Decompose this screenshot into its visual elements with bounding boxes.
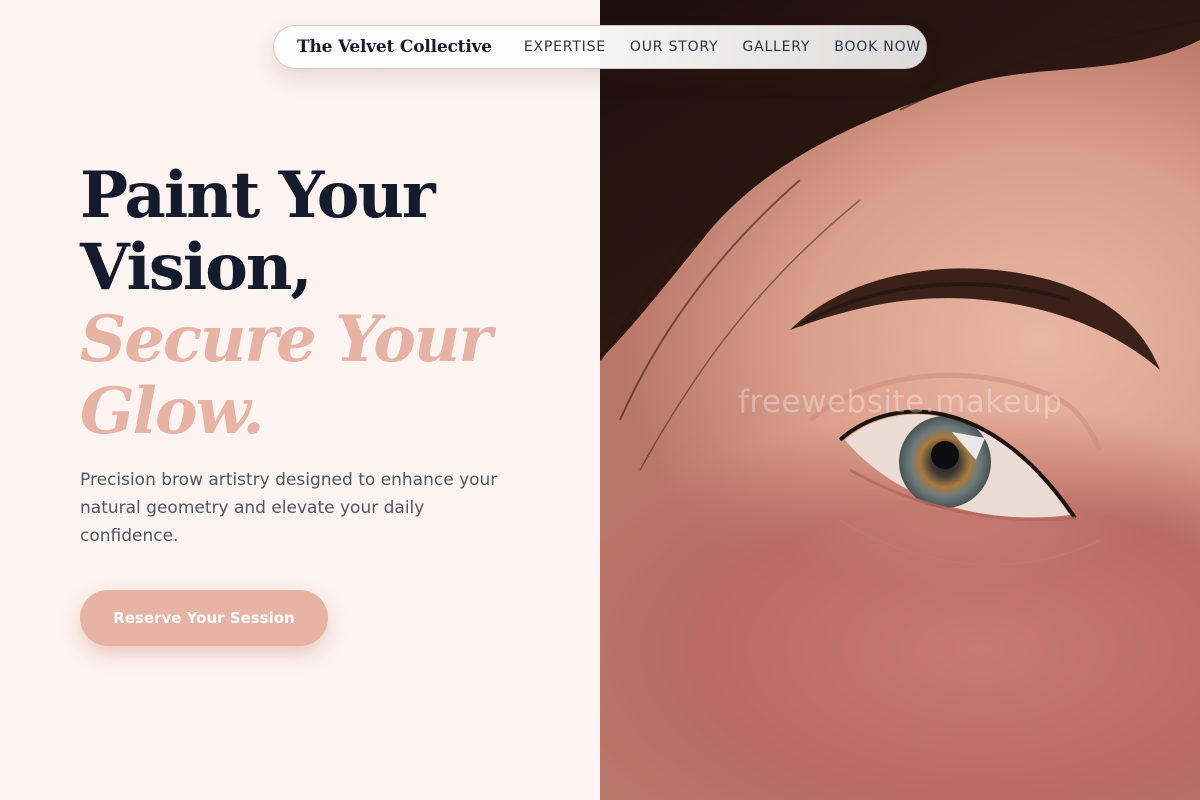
headline-accent-line-1: Secure Your: [80, 302, 492, 377]
hero-left-panel: Paint Your Vision, Secure Your Glow. Pre…: [0, 0, 600, 800]
reserve-session-button[interactable]: Reserve Your Session: [80, 590, 328, 646]
brand-logo[interactable]: The Velvet Collective: [297, 37, 492, 57]
top-nav: The Velvet Collective EXPERTISE OUR STOR…: [273, 25, 927, 69]
hero-subtext: Precision brow artistry designed to enha…: [80, 470, 498, 546]
headline-accent-line-2: Glow.: [80, 374, 265, 449]
headline-line-2: Vision,: [80, 230, 313, 305]
nav-link-our-story[interactable]: OUR STORY: [630, 39, 719, 55]
headline-line-1: Paint Your: [80, 158, 436, 233]
nav-link-book-now[interactable]: BOOK NOW: [834, 39, 921, 55]
nav-link-gallery[interactable]: GALLERY: [742, 39, 810, 55]
watermark-text: freewebsite.makeup: [738, 384, 1063, 420]
nav-link-expertise[interactable]: EXPERTISE: [524, 39, 606, 55]
hero-headline: Paint Your Vision, Secure Your Glow.: [80, 158, 492, 449]
